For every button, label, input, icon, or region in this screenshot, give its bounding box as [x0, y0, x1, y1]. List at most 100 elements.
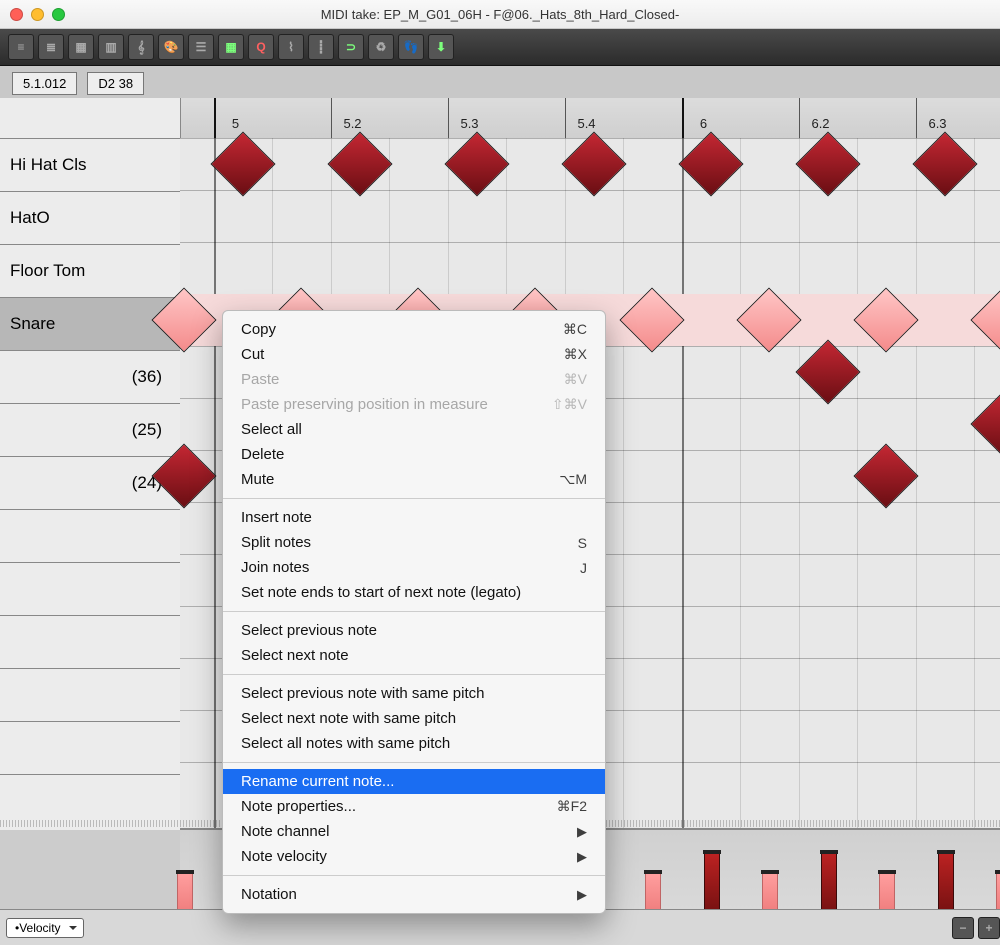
insert-btn[interactable]: ⬇: [428, 34, 454, 60]
step-btn[interactable]: 👣: [398, 34, 424, 60]
menu-item-label: Note properties...: [241, 798, 356, 815]
track-row-empty[interactable]: [0, 669, 180, 722]
menu-item[interactable]: Copy⌘C: [223, 317, 605, 342]
velocity-bar[interactable]: [879, 873, 895, 910]
view-btn-2[interactable]: ≣: [38, 34, 64, 60]
ruler-label: 6.3: [928, 116, 946, 131]
track-row[interactable]: HatO: [0, 192, 180, 245]
window-controls: [10, 8, 65, 21]
menu-item[interactable]: Select next note: [223, 643, 605, 668]
midi-note[interactable]: [855, 445, 917, 507]
zoom-icon[interactable]: [52, 8, 65, 21]
track-row[interactable]: (36): [0, 351, 180, 404]
midi-note[interactable]: [680, 133, 742, 195]
ruler-density-btn[interactable]: ┋: [308, 34, 334, 60]
menu-item-label: Insert note: [241, 509, 312, 526]
snap-btn[interactable]: ⊃: [338, 34, 364, 60]
menu-item[interactable]: Note velocity▶: [223, 844, 605, 869]
velocity-bar[interactable]: [704, 853, 720, 910]
midi-note[interactable]: [212, 133, 274, 195]
menu-item-label: Paste preserving position in measure: [241, 396, 488, 413]
midi-note[interactable]: [972, 393, 1000, 455]
cc-lane-selector[interactable]: •Velocity: [6, 918, 84, 938]
notation-btn[interactable]: 𝄞: [128, 34, 154, 60]
midi-note[interactable]: [914, 133, 976, 195]
color-btn[interactable]: 🎨: [158, 34, 184, 60]
menu-item-label: Select next note: [241, 647, 349, 664]
track-row-empty[interactable]: [0, 616, 180, 669]
view-btn-4[interactable]: ▥: [98, 34, 124, 60]
zoom-in-btn[interactable]: +: [978, 917, 1000, 939]
quantize-btn[interactable]: Q: [248, 34, 274, 60]
menu-separator: [223, 611, 605, 612]
menu-item[interactable]: Rename current note...: [223, 769, 605, 794]
track-row-empty[interactable]: [0, 722, 180, 775]
menu-shortcut: ⇧⌘V: [552, 396, 587, 413]
ruler-label: 6.2: [811, 116, 829, 131]
velocity-bar[interactable]: [996, 873, 1000, 910]
close-icon[interactable]: [10, 8, 23, 21]
submenu-arrow-icon: ▶: [577, 824, 587, 840]
menu-item[interactable]: Notation▶: [223, 882, 605, 907]
menu-item[interactable]: Set note ends to start of next note (leg…: [223, 580, 605, 605]
menu-item[interactable]: Note channel ▶: [223, 819, 605, 844]
menu-separator: [223, 674, 605, 675]
grid-btn[interactable]: ▦: [218, 34, 244, 60]
velocity-bar[interactable]: [938, 853, 954, 910]
menu-item[interactable]: Select all notes with same pitch: [223, 731, 605, 756]
midi-note[interactable]: [446, 133, 508, 195]
menu-item-label: Note velocity: [241, 848, 327, 865]
track-row[interactable]: (24): [0, 457, 180, 510]
track-row[interactable]: Snare: [0, 298, 180, 351]
zoom-out-btn[interactable]: −: [952, 917, 974, 939]
menu-item-label: Select all: [241, 421, 302, 438]
cc-lane-btn[interactable]: ⌇: [278, 34, 304, 60]
minimize-icon[interactable]: [31, 8, 44, 21]
tracklist-btn[interactable]: ☰: [188, 34, 214, 60]
menu-shortcut: ⌘X: [564, 346, 587, 363]
misc-btn-1[interactable]: ♻: [368, 34, 394, 60]
midi-note[interactable]: [797, 133, 859, 195]
menu-item[interactable]: Select previous note with same pitch: [223, 681, 605, 706]
midi-note[interactable]: [563, 133, 625, 195]
menu-separator: [223, 762, 605, 763]
track-row[interactable]: (25): [0, 404, 180, 457]
menu-item-label: Copy: [241, 321, 276, 338]
midi-note[interactable]: [797, 341, 859, 403]
note-readout[interactable]: D2 38: [87, 72, 144, 95]
velocity-bar[interactable]: [821, 853, 837, 910]
midi-note[interactable]: [329, 133, 391, 195]
track-row-empty[interactable]: [0, 563, 180, 616]
menu-item[interactable]: Select all: [223, 417, 605, 442]
velocity-bar[interactable]: [645, 873, 661, 910]
bottom-bar: •Velocity − +: [0, 909, 1000, 945]
menu-item[interactable]: Cut⌘X: [223, 342, 605, 367]
menu-item[interactable]: Select next note with same pitch: [223, 706, 605, 731]
menu-item[interactable]: Mute⌥M: [223, 467, 605, 492]
view-btn-1[interactable]: ≡: [8, 34, 34, 60]
position-readout[interactable]: 5.1.012: [12, 72, 77, 95]
name-column-header: [0, 98, 180, 139]
view-btn-3[interactable]: ▦: [68, 34, 94, 60]
menu-item-label: Note channel: [241, 823, 329, 840]
menu-item[interactable]: Select previous note: [223, 618, 605, 643]
timeline-ruler[interactable]: 55.25.35.466.26.3: [180, 98, 1000, 139]
track-row[interactable]: Floor Tom: [0, 245, 180, 298]
menu-item: Paste preserving position in measure ⇧⌘V: [223, 392, 605, 417]
ruler-label: 6: [700, 116, 707, 131]
velocity-bar[interactable]: [762, 873, 778, 910]
track-row-empty[interactable]: [0, 510, 180, 563]
menu-item[interactable]: Split notesS: [223, 530, 605, 555]
menu-shortcut: S: [578, 535, 587, 551]
menu-item-label: Notation: [241, 886, 297, 903]
menu-item[interactable]: Note properties...⌘F2: [223, 794, 605, 819]
menu-item-label: Select all notes with same pitch: [241, 735, 450, 752]
velocity-bar[interactable]: [177, 873, 193, 910]
track-row[interactable]: Hi Hat Cls: [0, 139, 180, 192]
menu-item-label: Select previous note: [241, 622, 377, 639]
note-context-menu[interactable]: Copy⌘CCut⌘XPaste⌘VPaste preserving posit…: [222, 310, 606, 914]
ruler-label: 5: [232, 116, 239, 131]
menu-item[interactable]: Join notesJ: [223, 555, 605, 580]
menu-item[interactable]: Insert note: [223, 505, 605, 530]
menu-item[interactable]: Delete: [223, 442, 605, 467]
